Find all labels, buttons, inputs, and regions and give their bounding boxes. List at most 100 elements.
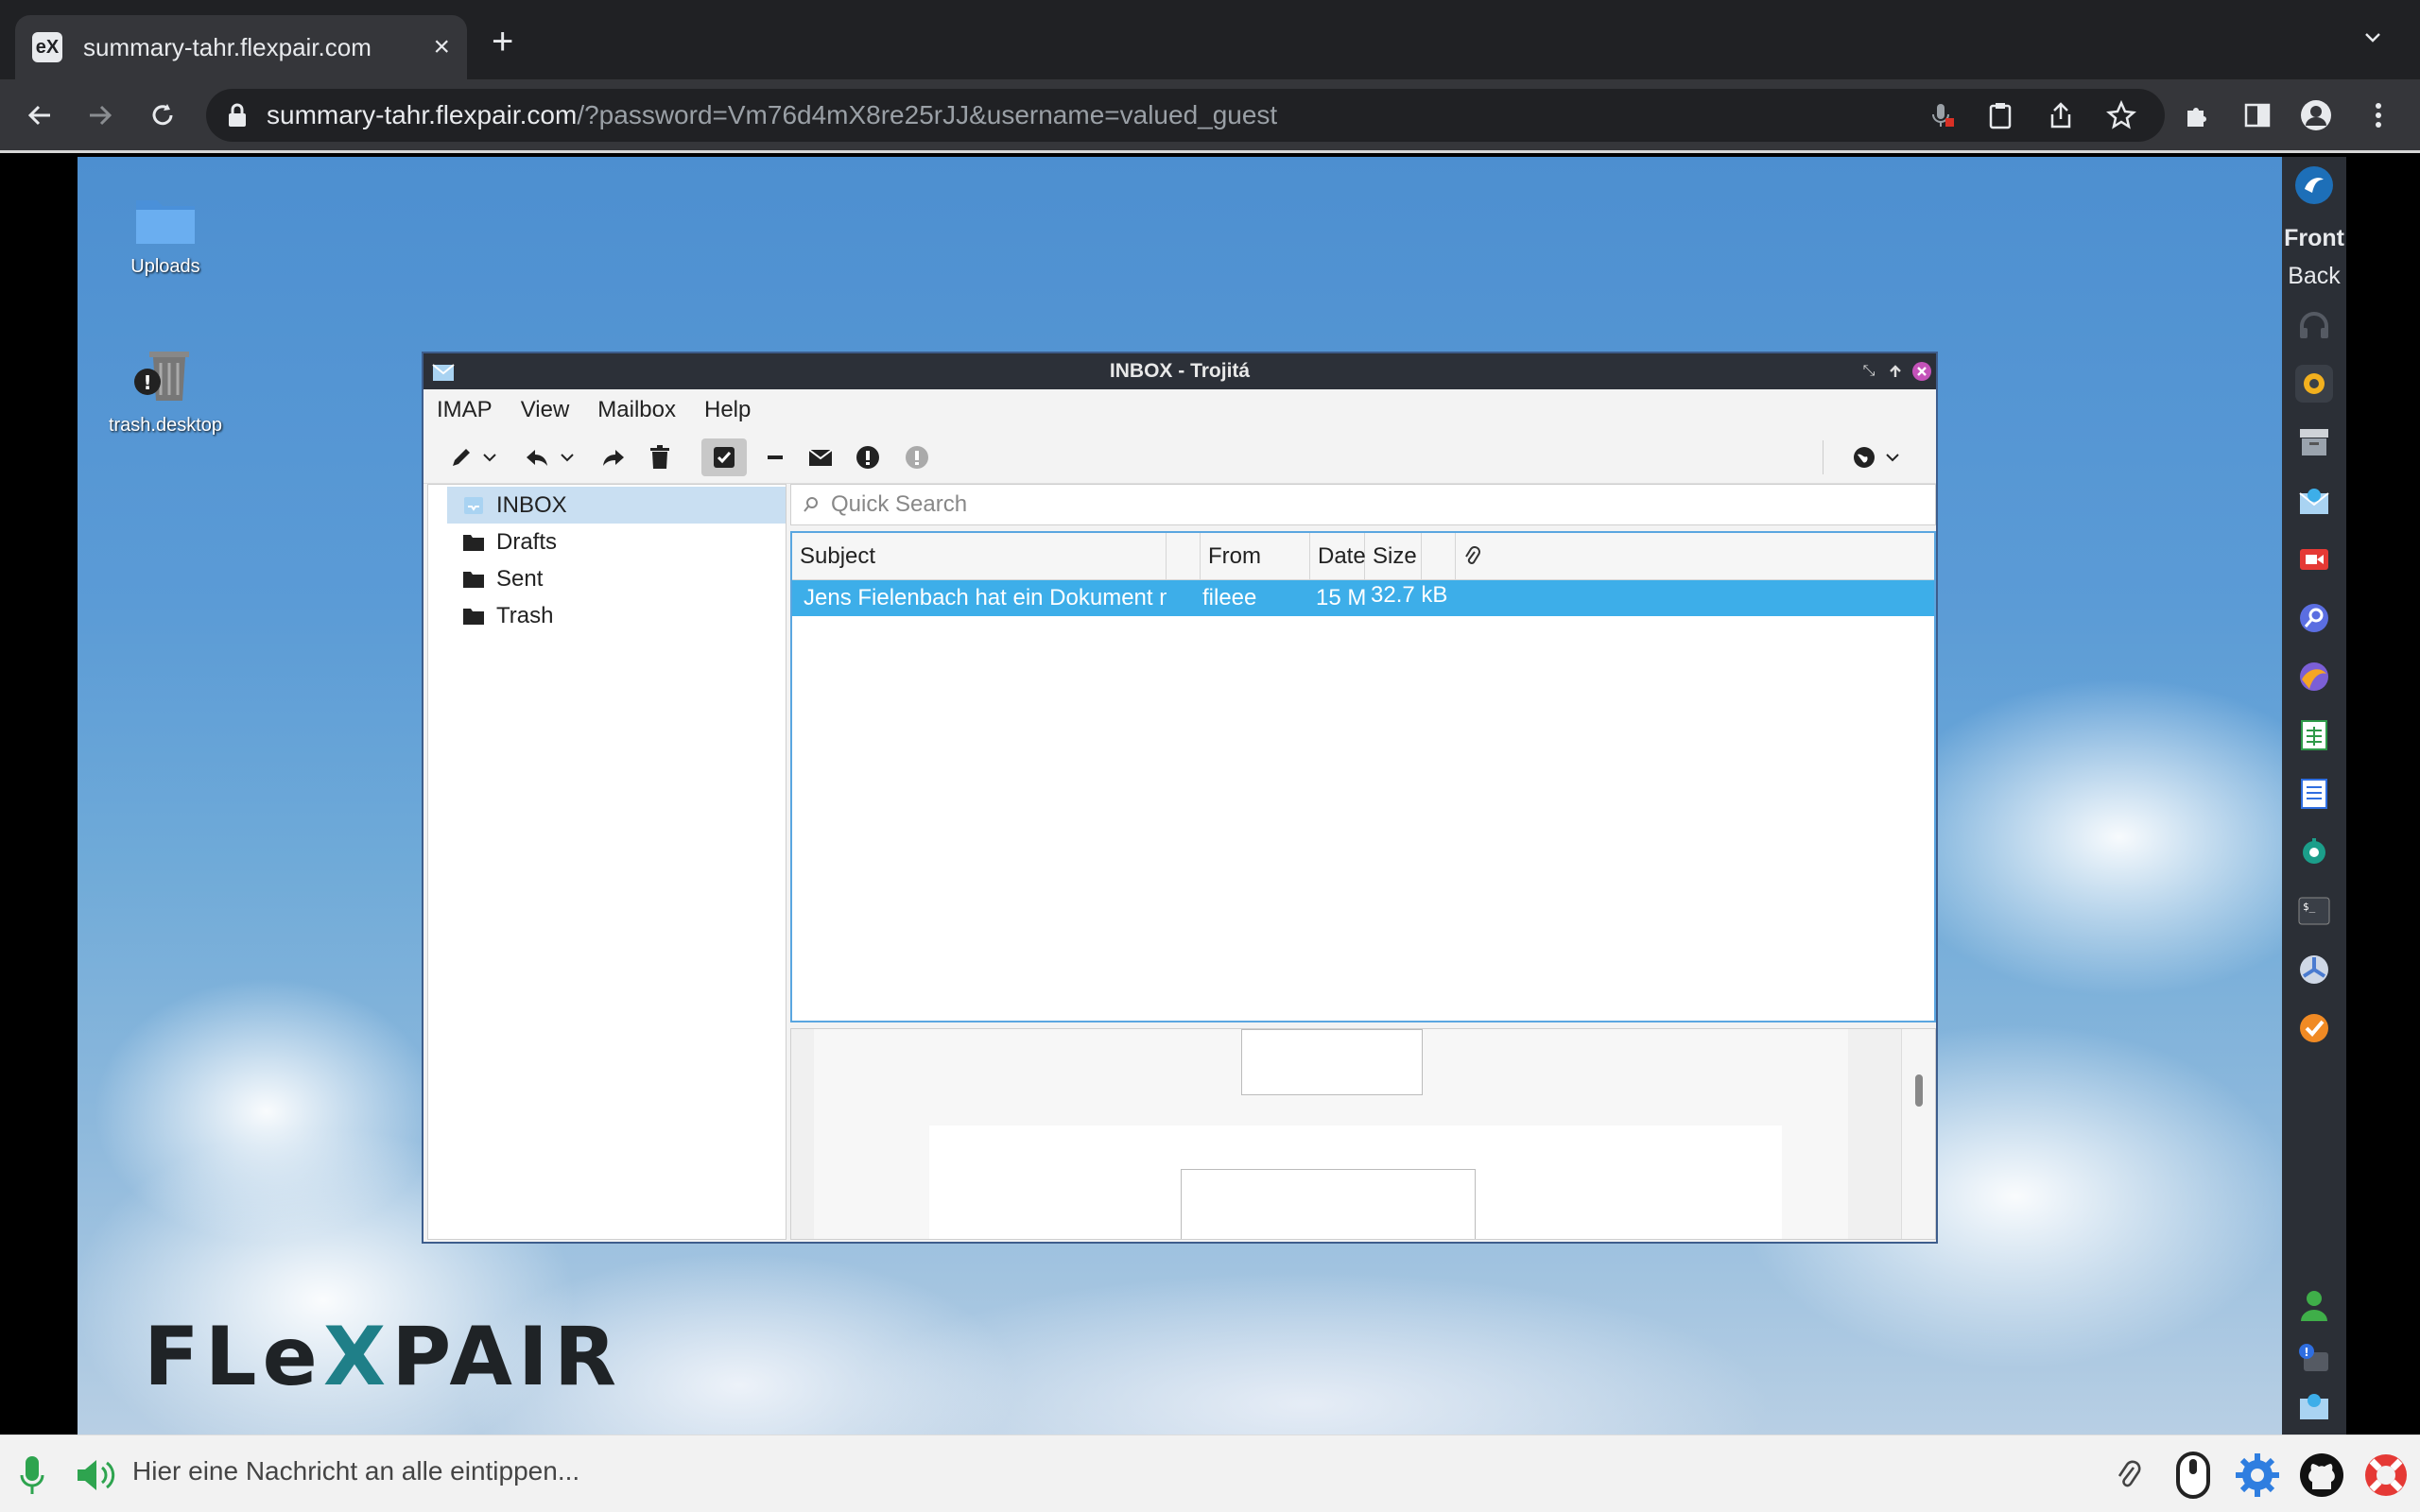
column-extra[interactable] [1422,533,1456,580]
url-host: summary-tahr.flexpair.com [267,100,578,129]
reply-menu-chevron-icon[interactable] [558,440,577,474]
expunge-button[interactable] [802,438,839,476]
github-icon[interactable] [2297,1451,2346,1500]
profile-avatar-icon[interactable] [2293,93,2339,138]
side-panel-icon[interactable] [2235,93,2280,138]
window-restore-icon[interactable]: ⤡ [1858,361,1879,382]
network-menu-chevron-icon[interactable] [1883,440,1902,474]
mouse-keyboard-icon[interactable] [2169,1451,2218,1500]
speaker-volume-icon[interactable] [72,1451,121,1500]
video-recorder-icon[interactable] [2295,541,2333,578]
trash-can-icon [650,445,669,469]
preview-scrollbar[interactable] [1901,1029,1935,1239]
mail-tray-icon[interactable] [2295,1387,2333,1425]
dock-front-label[interactable]: Front [2282,225,2346,252]
message-preview-pane [790,1028,1936,1240]
user-status-icon[interactable] [2295,1287,2333,1325]
column-size[interactable]: Size [1365,533,1422,580]
window-title: INBOX - Trojitá [1109,360,1251,382]
menu-bar: IMAP View Mailbox Help [424,389,1936,431]
terminal-icon[interactable]: $_ [2295,892,2333,930]
clipboard-icon[interactable] [1978,93,2023,138]
compose-menu-chevron-icon[interactable] [480,440,499,474]
window-close-icon[interactable] [1911,361,1932,382]
toolbar-separator [1823,440,1824,474]
inbox-icon [464,496,483,514]
settings-gear-icon[interactable] [2233,1451,2282,1500]
mailbox-drafts[interactable]: Drafts [428,524,786,560]
share-icon[interactable] [2038,93,2083,138]
menu-imap[interactable]: IMAP [437,397,493,423]
quick-search-bar [790,484,1936,525]
mail-client-icon[interactable] [2295,482,2333,520]
dock-app-menu-icon[interactable] [2295,166,2333,204]
flexpair-logo: FLeXPAIR [144,1310,622,1404]
flag-important-button[interactable] [849,438,887,476]
folder-icon [136,200,195,244]
web-browser-icon[interactable] [2295,658,2333,696]
task-checker-icon[interactable] [2295,1009,2333,1047]
tab-search-chevron-icon[interactable] [2363,28,2382,47]
compose-button[interactable] [442,438,480,476]
archive-icon[interactable] [2295,423,2333,461]
column-attachment[interactable] [1456,533,1490,580]
browser-tab[interactable]: eX summary-tahr.flexpair.com × [15,15,467,79]
fan-control-icon[interactable] [2295,951,2333,988]
desktop-icon-trash[interactable]: ! trash.desktop [95,342,236,437]
microphone-icon[interactable] [8,1451,57,1500]
forward-icon [603,450,624,466]
lifebuoy-help-icon[interactable] [2361,1451,2411,1500]
column-flags[interactable] [1167,533,1201,580]
notification-alert-icon[interactable]: ! [2295,1340,2333,1378]
settings-gear-icon[interactable] [2295,833,2333,871]
forward-button[interactable] [78,93,123,138]
column-date[interactable]: Date [1310,533,1366,580]
window-maximize-icon[interactable] [1885,361,1906,382]
tab-close-icon[interactable]: × [433,33,450,61]
mic-blocked-icon[interactable] [1919,93,1964,138]
message-date-cell: 15 M... [1310,580,1365,616]
window-titlebar[interactable]: INBOX - Trojitá ⤡ [424,353,1936,389]
new-tab-button[interactable]: + [492,23,513,60]
column-from[interactable]: From [1201,533,1310,580]
search-magnifier-icon[interactable] [2295,599,2333,637]
reply-button[interactable] [518,438,556,476]
quick-search-input[interactable] [831,491,1871,518]
column-subject[interactable]: Subject [792,533,1167,580]
unflag-button[interactable] [898,438,936,476]
reply-icon [527,450,547,466]
address-bar[interactable]: summary-tahr.flexpair.com/?password=Vm76… [206,89,2165,142]
message-row[interactable]: Jens Fielenbach hat ein Dokument mit Dir… [792,580,1934,616]
reload-button[interactable] [140,93,185,138]
mailbox-trash[interactable]: Trash [428,597,786,634]
menu-view[interactable]: View [521,397,570,423]
attachment-paperclip-icon[interactable] [2104,1451,2153,1500]
delete-button[interactable] [641,438,679,476]
message-from-cell: fileee [1201,580,1310,616]
mail-toolbar [424,431,1936,484]
scrollbar-thumb[interactable] [1915,1074,1923,1107]
mark-read-toggle-button[interactable] [701,438,747,476]
browser-menu-icon[interactable] [2356,93,2401,138]
collapse-button[interactable] [756,438,794,476]
menu-help[interactable]: Help [704,397,751,423]
spreadsheet-icon[interactable] [2295,716,2333,754]
forward-button[interactable] [594,438,631,476]
bookmark-star-icon[interactable] [2099,93,2144,138]
application-dock: Front Back $_ ! [2282,157,2346,1435]
audio-speaker-icon[interactable] [2295,365,2333,403]
mailbox-inbox[interactable]: INBOX [447,487,786,524]
back-button[interactable] [17,93,62,138]
folder-icon [463,534,484,551]
extensions-puzzle-icon[interactable] [2174,93,2220,138]
dock-back-label[interactable]: Back [2282,263,2346,290]
logo-part: PAIR [391,1310,623,1404]
desktop-icon-uploads[interactable]: Uploads [95,193,236,278]
chat-message-input[interactable]: Hier eine Nachricht an alle eintippen... [132,1456,579,1486]
menu-mailbox[interactable]: Mailbox [597,397,676,423]
text-document-icon[interactable] [2295,775,2333,813]
network-status-button[interactable] [1845,438,1883,476]
message-from: fileee [1202,585,1257,610]
headphones-icon[interactable] [2295,306,2333,344]
mailbox-sent[interactable]: Sent [428,560,786,597]
